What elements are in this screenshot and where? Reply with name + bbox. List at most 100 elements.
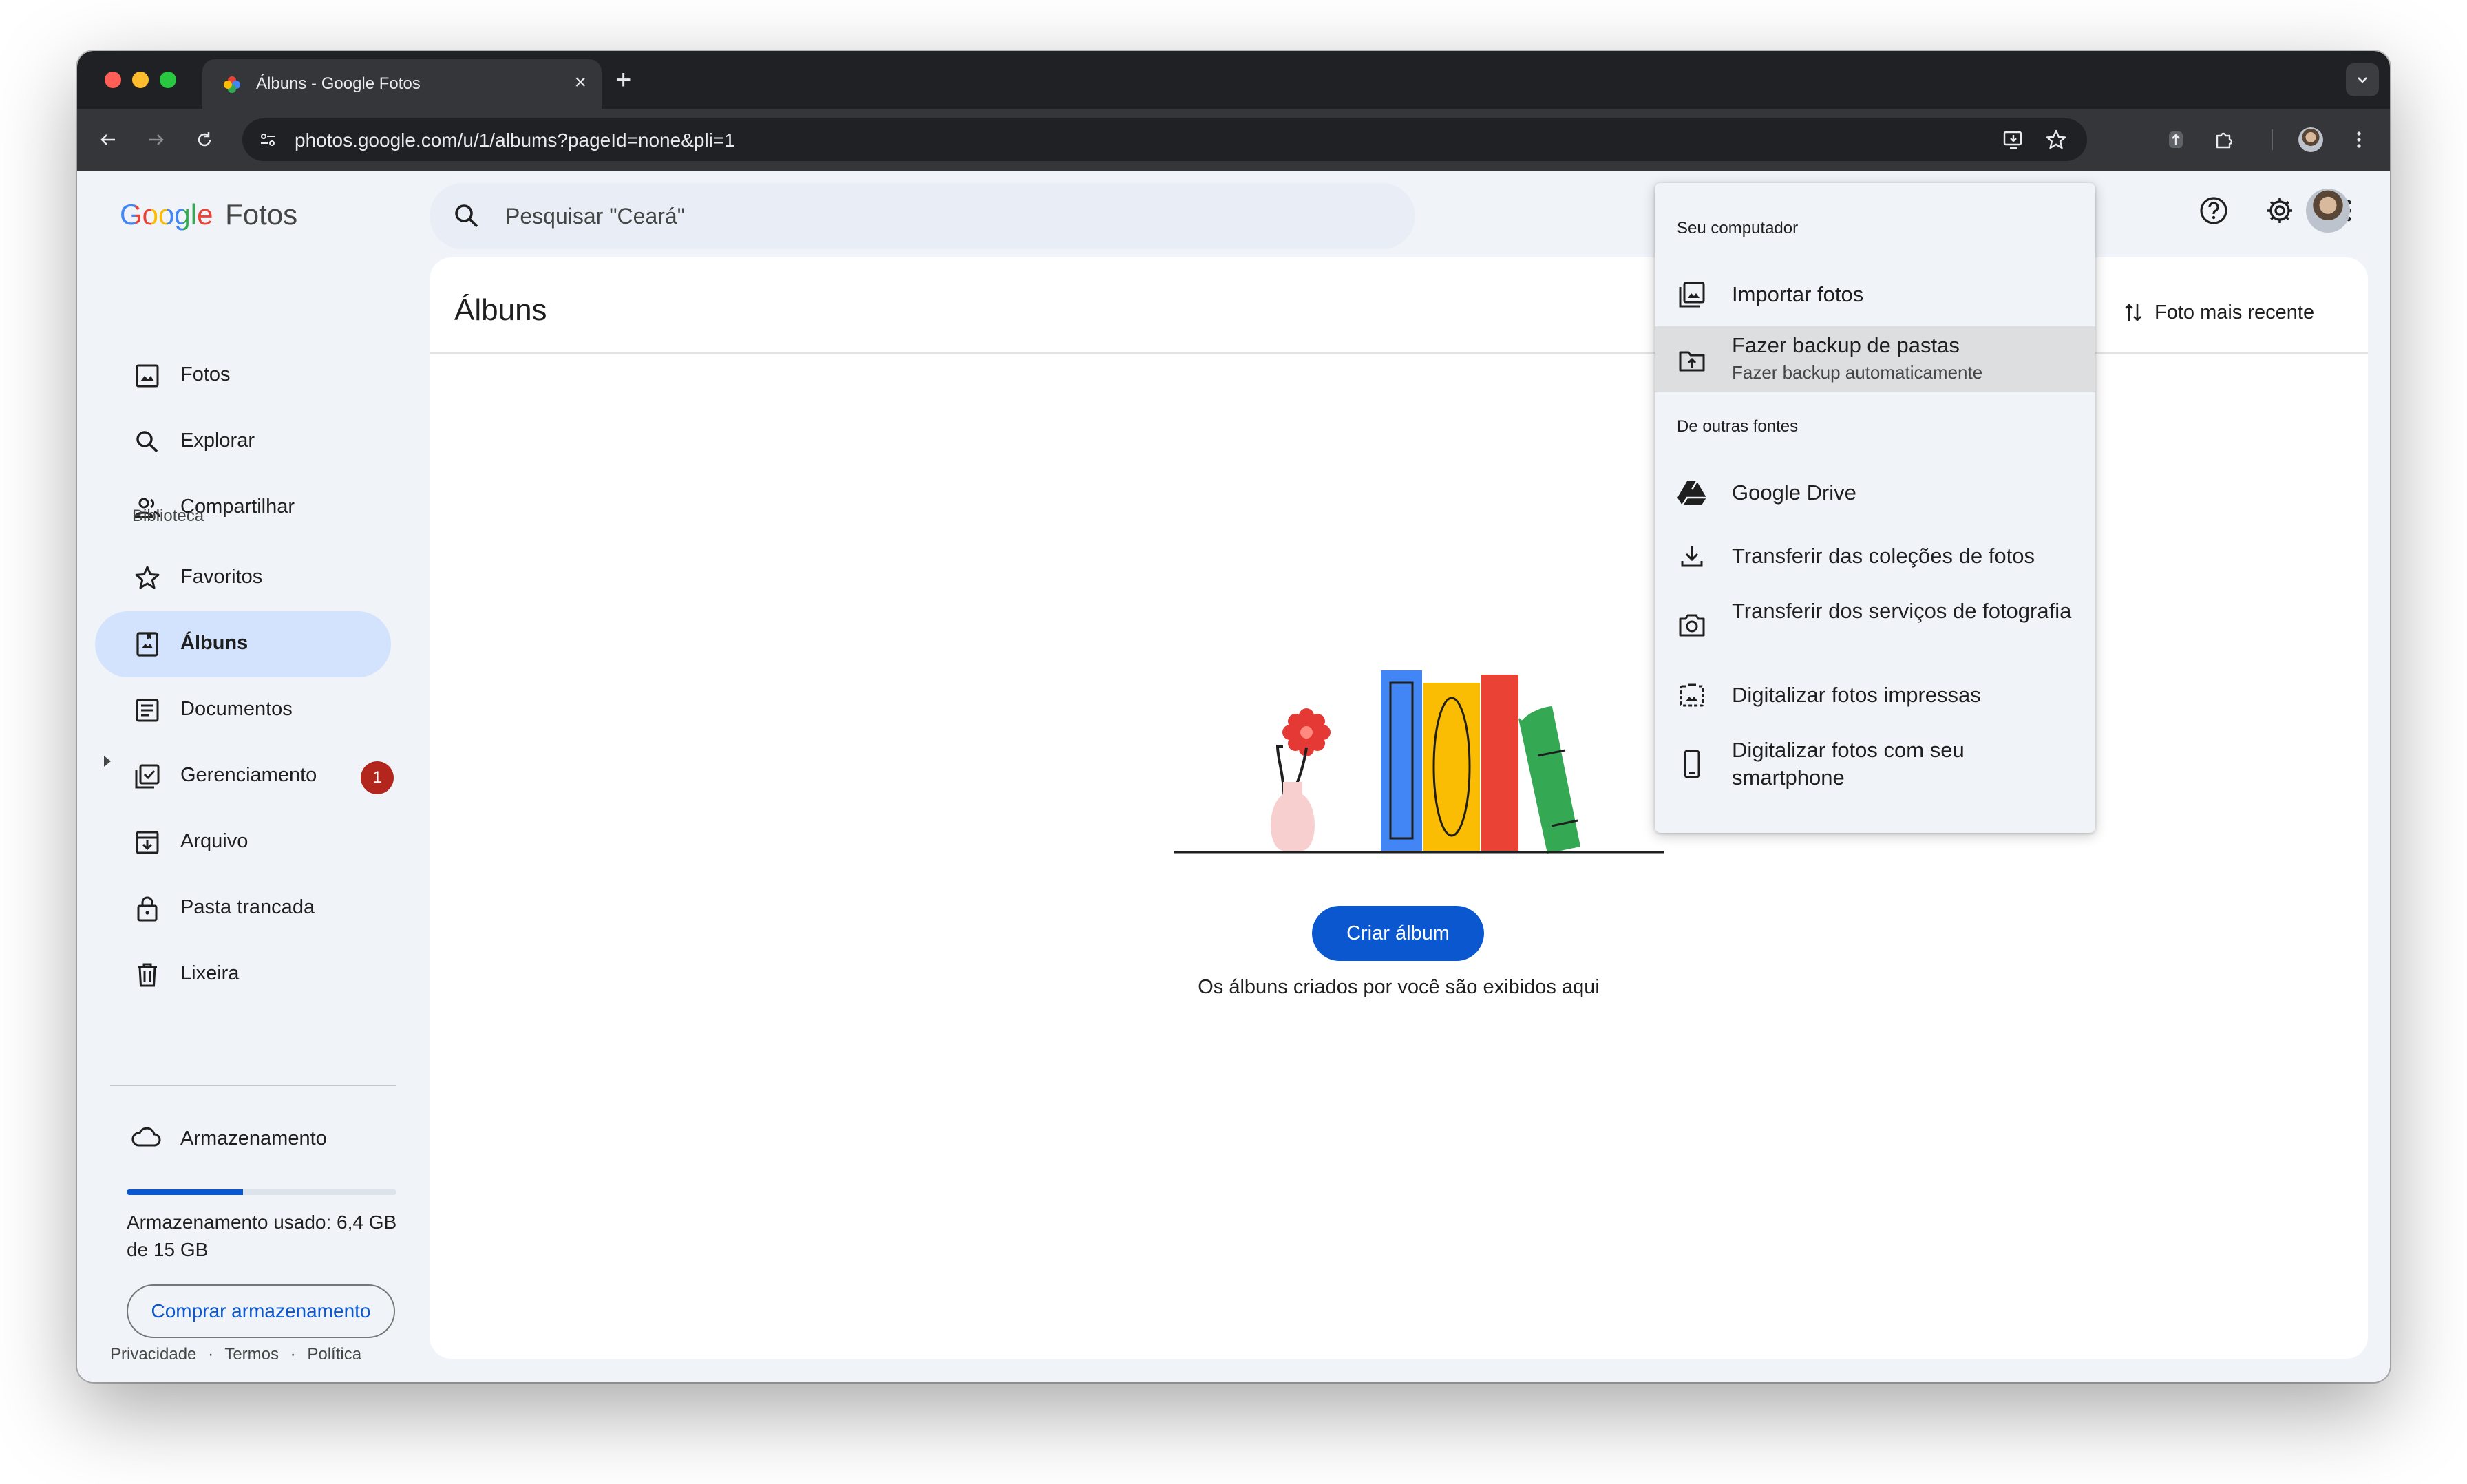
browser-tab-albums[interactable]: Álbuns - Google Fotos × <box>202 59 602 109</box>
storage-title[interactable]: Armazenamento <box>180 1127 327 1150</box>
tab-strip: Álbuns - Google Fotos × + <box>77 51 2390 109</box>
sort-button[interactable]: Foto mais recente <box>2123 297 2314 328</box>
lock-icon <box>131 892 164 925</box>
star-icon <box>131 562 164 595</box>
search-icon <box>131 425 164 458</box>
page-title: Álbuns <box>454 293 547 327</box>
reload-button[interactable] <box>189 124 220 156</box>
photo-icon <box>131 359 164 392</box>
browser-window: Álbuns - Google Fotos × + photos.google.… <box>77 51 2390 1382</box>
menu-item-label: Transferir dos serviços de fotografia <box>1732 599 2072 623</box>
menu-item-transfer-services[interactable]: Transferir dos serviços de fotografia <box>1655 588 2095 664</box>
policy-link[interactable]: Política <box>307 1345 361 1364</box>
menu-section-computer: Seu computador <box>1677 219 1799 237</box>
sidebar-item-documentos[interactable]: Documentos <box>95 677 391 743</box>
photo-library-icon <box>1675 278 1708 311</box>
reload-icon <box>198 132 211 147</box>
storage-used-text: Armazenamento usado: 6,4 GB de 15 GB <box>127 1211 397 1260</box>
sidebar-item-label: Pasta trancada <box>180 896 315 918</box>
browser-toolbar: photos.google.com/u/1/albums?pageId=none… <box>77 109 2390 171</box>
smartphone-icon <box>1675 748 1708 781</box>
menu-item-backup-folders[interactable]: Fazer backup de pastas Fazer backup auto… <box>1655 326 2095 392</box>
search-bar[interactable]: Pesquisar "Ceará" <box>430 183 1415 249</box>
sidebar-item-explorar[interactable]: Explorar <box>95 409 391 475</box>
archive-icon <box>131 826 164 859</box>
arrow-back-icon <box>100 134 115 145</box>
sidebar-item-arquivo[interactable]: Arquivo <box>95 809 391 876</box>
browser-menu-button[interactable] <box>2343 124 2375 156</box>
extension-button[interactable] <box>2160 124 2192 156</box>
terms-link[interactable]: Termos <box>224 1345 279 1364</box>
google-photos-logo[interactable]: Google Fotos <box>120 198 297 231</box>
account-avatar[interactable] <box>2306 189 2350 233</box>
vase-with-flower-icon <box>1271 708 1331 851</box>
chevron-down-icon <box>2358 77 2367 83</box>
gear-icon <box>2267 198 2292 223</box>
album-icon <box>131 628 164 661</box>
buy-storage-button[interactable]: Comprar armazenamento <box>127 1284 395 1338</box>
new-tab-button[interactable]: + <box>615 66 631 94</box>
folder-upload-icon <box>1675 344 1708 377</box>
sidebar-item-albuns[interactable]: Álbuns <box>95 611 391 677</box>
menu-item-google-drive[interactable]: Google Drive <box>1655 461 2095 524</box>
sidebar-item-label: Gerenciamento <box>180 764 317 786</box>
menu-item-label: Google Drive <box>1732 480 1856 505</box>
download-icon <box>1675 540 1708 573</box>
menu-item-import-photos[interactable]: Importar fotos <box>1655 263 2095 326</box>
tab-title: Álbuns - Google Fotos <box>256 74 421 93</box>
storage-progress-bar <box>127 1189 396 1195</box>
checklist-icon <box>131 760 164 793</box>
menu-item-transfer-collections[interactable]: Transferir das coleções de fotos <box>1655 524 2095 588</box>
sidebar-item-label: Favoritos <box>180 566 263 588</box>
settings-button[interactable] <box>2263 194 2296 227</box>
menu-item-scan-printed[interactable]: Digitalizar fotos impressas <box>1655 664 2095 727</box>
close-window-button[interactable] <box>105 72 121 88</box>
help-icon <box>2200 197 2227 224</box>
toolbar-divider <box>2272 129 2273 150</box>
create-album-button[interactable]: Criar álbum <box>1312 906 1484 961</box>
google-photos-page: Google Fotos Pesquisar "Ceará" Fotos Exp… <box>77 171 2390 1382</box>
profile-avatar <box>2298 127 2323 152</box>
sidebar-item-gerenciamento[interactable]: Gerenciamento <box>95 743 391 809</box>
url-text: photos.google.com/u/1/albums?pageId=none… <box>295 129 735 151</box>
menu-section-other: De outras fontes <box>1677 417 1799 436</box>
address-bar[interactable]: photos.google.com/u/1/albums?pageId=none… <box>242 118 2087 161</box>
minimize-window-button[interactable] <box>132 72 149 88</box>
tab-search-button[interactable] <box>2346 63 2379 96</box>
maximize-window-button[interactable] <box>160 72 176 88</box>
sidebar-item-favoritos[interactable]: Favoritos <box>95 545 391 611</box>
menu-item-label: Transferir das coleções de fotos <box>1732 544 2035 568</box>
bookmark-star-icon[interactable] <box>2044 128 2068 151</box>
search-icon <box>455 204 478 228</box>
menu-item-label: Digitalizar fotos impressas <box>1732 683 1981 707</box>
sort-arrows-icon <box>2125 304 2141 321</box>
profile-button[interactable] <box>2295 124 2327 156</box>
notification-badge: 1 <box>361 761 394 794</box>
extensions-menu-button[interactable] <box>2208 124 2240 156</box>
extension-badge-icon <box>2169 131 2183 148</box>
books-icon <box>1381 670 1580 854</box>
privacy-link[interactable]: Privacidade <box>110 1345 196 1364</box>
menu-item-label: Importar fotos <box>1732 282 1864 306</box>
sidebar-item-fotos[interactable]: Fotos <box>95 343 391 409</box>
site-settings-icon[interactable] <box>257 129 278 150</box>
google-photos-favicon-icon <box>224 76 240 93</box>
menu-item-scan-phone[interactable]: Digitalizar fotos com seu smartphone <box>1655 727 2095 803</box>
empty-albums-illustration <box>1174 670 1664 854</box>
empty-state-text: Os álbuns criados por você são exibidos … <box>1198 976 1600 998</box>
arrow-forward-icon <box>149 134 164 145</box>
forward-button[interactable] <box>140 124 172 156</box>
sidebar-divider <box>110 1085 396 1086</box>
sidebar-item-label: Arquivo <box>180 830 248 852</box>
back-button[interactable] <box>92 124 124 156</box>
scan-photo-icon <box>1675 679 1708 712</box>
sidebar-item-pasta-trancada[interactable]: Pasta trancada <box>95 876 391 942</box>
tab-close-icon[interactable]: × <box>574 70 586 95</box>
trash-icon <box>131 958 164 991</box>
sidebar-item-lixeira[interactable]: Lixeira <box>95 942 391 1008</box>
cloud-icon <box>129 1123 162 1154</box>
install-app-icon[interactable] <box>2002 128 2025 151</box>
help-button[interactable] <box>2197 194 2230 227</box>
sidebar-item-label: Documentos <box>180 698 293 720</box>
search-input[interactable]: Pesquisar "Ceará" <box>505 204 685 229</box>
